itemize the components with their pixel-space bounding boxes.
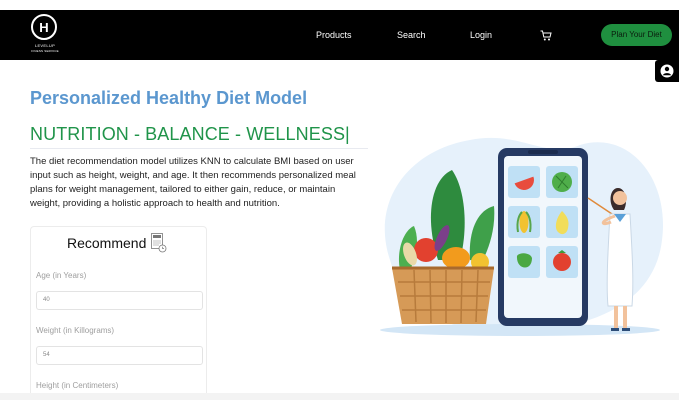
nav-products-link[interactable]: Products bbox=[316, 30, 352, 40]
user-button[interactable] bbox=[655, 60, 679, 82]
page-subtitle: NUTRITION - BALANCE - WELLNESS| bbox=[30, 124, 350, 144]
cart-icon[interactable] bbox=[540, 30, 552, 41]
logo[interactable]: H LEVELUP FINESS SERVICE bbox=[28, 12, 62, 58]
bottom-scroll-edge bbox=[0, 393, 679, 400]
age-label: Age (in Years) bbox=[36, 271, 87, 280]
recommend-form-card: Recommend Age (in Years) 40 Weight (in K… bbox=[30, 226, 207, 400]
user-icon bbox=[660, 64, 674, 78]
weight-label: Weight (in Killograms) bbox=[36, 326, 115, 335]
page: H LEVELUP FINESS SERVICE Products Search… bbox=[0, 0, 679, 400]
divider bbox=[30, 148, 368, 149]
page-title: Personalized Healthy Diet Model bbox=[30, 88, 308, 108]
diet-icon bbox=[151, 233, 167, 253]
nav-search-link[interactable]: Search bbox=[397, 30, 426, 40]
healthy-diet-illustration bbox=[380, 137, 664, 336]
logo-subtext: FINESS SERVICE bbox=[31, 49, 59, 53]
page-description: The diet recommendation model utilizes K… bbox=[30, 156, 356, 209]
weight-input[interactable]: 54 bbox=[36, 346, 203, 365]
navbar: H LEVELUP FINESS SERVICE Products Search… bbox=[0, 10, 679, 60]
logo-text: LEVELUP bbox=[34, 43, 56, 48]
height-label: Height (in Centimeters) bbox=[36, 381, 119, 390]
plan-your-diet-button[interactable]: Plan Your Diet bbox=[601, 24, 672, 46]
form-title: Recommend bbox=[67, 235, 147, 251]
logo-mark: H bbox=[31, 14, 57, 40]
age-input[interactable]: 40 bbox=[36, 291, 203, 310]
nav-login-link[interactable]: Login bbox=[470, 30, 492, 40]
